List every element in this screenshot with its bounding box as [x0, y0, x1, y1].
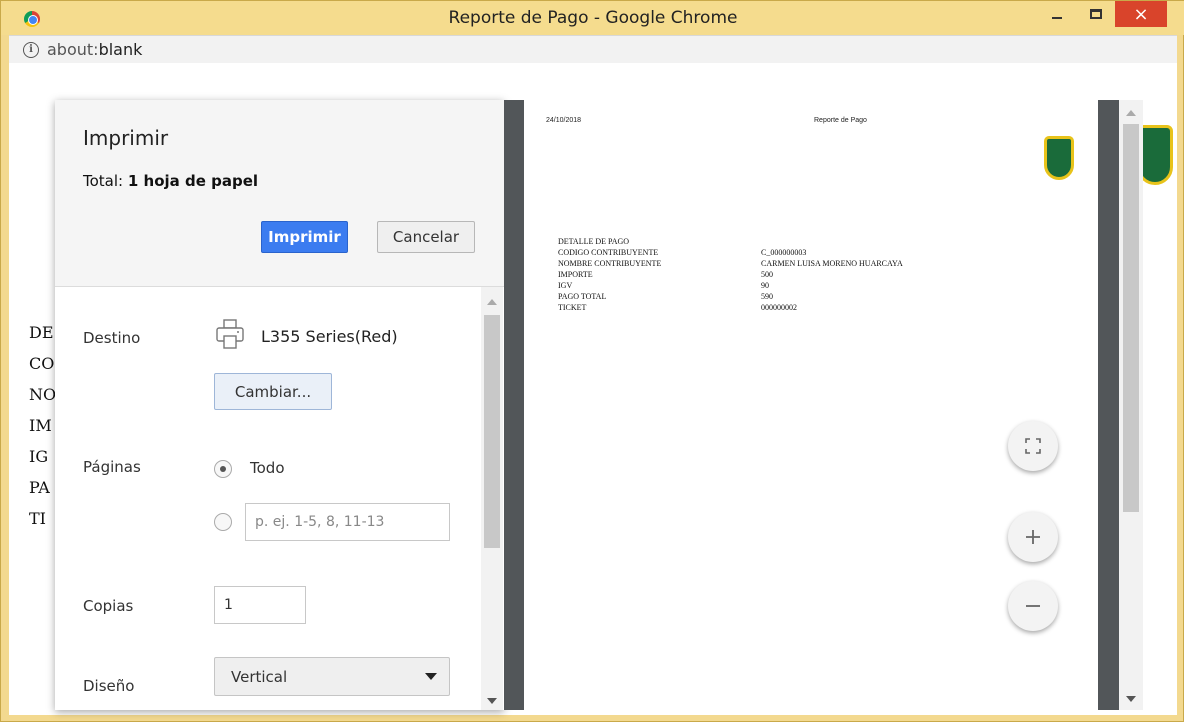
preview-value: 90	[761, 281, 769, 290]
preview-row: PAGO TOTAL 590	[558, 291, 903, 302]
preview-value: CARMEN LUISA MORENO HUARCAYA	[761, 259, 903, 268]
preview-scrollbar[interactable]	[1119, 100, 1143, 710]
copies-input[interactable]: 1	[214, 586, 306, 624]
window-title: Reporte de Pago - Google Chrome	[448, 8, 738, 28]
info-icon[interactable]: i	[23, 41, 39, 58]
preview-heading: DETALLE DE PAGO	[558, 237, 630, 246]
pages-label: Páginas	[83, 458, 141, 476]
preview-row: IGV 90	[558, 280, 903, 291]
title-bar[interactable]: Reporte de Pago - Google Chrome ×	[1, 1, 1184, 35]
print-header: Imprimir Total: 1 hoja de papel Imprimir…	[55, 100, 504, 287]
plus-icon	[1026, 530, 1040, 544]
address-bar[interactable]: i about:blank	[9, 35, 1177, 63]
preview-row: NOMBRE CONTRIBUYENTE CARMEN LUISA MORENO …	[558, 258, 903, 269]
total-value: 1 hoja de papel	[127, 172, 259, 190]
copies-label: Copias	[83, 597, 134, 615]
scroll-down-icon[interactable]	[1126, 696, 1136, 702]
background-report-lines: DE CO NO IM IG PA TI	[29, 317, 56, 534]
cancel-button[interactable]: Cancelar	[377, 221, 475, 253]
fit-to-page-icon	[1025, 438, 1041, 454]
fit-to-page-button[interactable]	[1008, 421, 1058, 471]
preview-value: C_000000003	[761, 248, 807, 257]
maximize-icon	[1090, 9, 1102, 19]
print-settings-panel: Imprimir Total: 1 hoja de papel Imprimir…	[55, 100, 504, 710]
scroll-up-icon[interactable]	[487, 299, 497, 305]
print-title: Imprimir	[83, 126, 169, 150]
print-total: Total: 1 hoja de papel	[83, 172, 258, 190]
preview-key: IMPORTE	[558, 270, 593, 279]
url-path: blank	[98, 40, 143, 59]
preview-row: CODIGO CONTRIBUYENTE C_000000003	[558, 247, 903, 258]
url-scheme: about:	[47, 40, 99, 59]
total-prefix: Total:	[83, 172, 124, 190]
preview-key: IGV	[558, 281, 573, 290]
preview-date: 24/10/2018	[546, 117, 582, 124]
minus-icon	[1026, 605, 1040, 607]
destination-label: Destino	[83, 329, 141, 347]
preview-key: NOMBRE CONTRIBUYENTE	[558, 259, 662, 268]
background-line: PA	[29, 478, 50, 497]
preview-value: 000000002	[761, 303, 797, 312]
pages-range-input[interactable]: p. ej. 1-5, 8, 11-13	[245, 503, 450, 541]
preview-title: Reporte de Pago	[814, 117, 867, 124]
settings-scrollbar[interactable]	[481, 287, 503, 710]
background-line: IG	[29, 447, 49, 466]
preview-row: IMPORTE 500	[558, 269, 903, 280]
zoom-in-button[interactable]	[1008, 512, 1058, 562]
scroll-up-icon[interactable]	[1126, 110, 1136, 116]
settings-scroll-thumb[interactable]	[484, 315, 500, 548]
preview-value: 590	[761, 292, 773, 301]
background-line: TI	[29, 509, 46, 528]
background-line: CO	[29, 354, 55, 373]
url-text[interactable]: about:blank	[47, 40, 142, 59]
preview-detail: DETALLE DE PAGO CODIGO CONTRIBUYENTE C_00…	[558, 236, 903, 313]
scroll-down-icon[interactable]	[487, 698, 497, 704]
maximize-button[interactable]	[1077, 1, 1115, 27]
preview-row: TICKET 000000002	[558, 302, 903, 313]
layout-select-value: Vertical	[231, 667, 288, 686]
zoom-out-button[interactable]	[1008, 581, 1058, 631]
pages-range-radio[interactable]	[214, 513, 232, 531]
background-line: IM	[29, 416, 52, 435]
preview-scroll-thumb[interactable]	[1123, 124, 1139, 512]
preview-value: 500	[761, 270, 773, 279]
printer-name: L355 Series(Red)	[261, 327, 398, 346]
print-button[interactable]: Imprimir	[261, 221, 348, 253]
chevron-down-icon	[425, 673, 437, 680]
preview-key: CODIGO CONTRIBUYENTE	[558, 248, 659, 257]
pages-all-radio[interactable]	[214, 460, 232, 478]
preview-logo	[1044, 136, 1074, 180]
background-line: NO	[29, 385, 57, 404]
minimize-icon	[1052, 17, 1062, 19]
background-line: DE	[29, 323, 54, 342]
close-button[interactable]: ×	[1115, 1, 1167, 27]
minimize-button[interactable]	[1037, 1, 1077, 27]
preview-key: TICKET	[558, 303, 587, 312]
change-destination-button[interactable]: Cambiar...	[214, 373, 332, 410]
layout-select[interactable]: Vertical	[214, 657, 450, 696]
chrome-window: Reporte de Pago - Google Chrome × i abou…	[0, 0, 1184, 722]
printer-icon	[216, 319, 244, 349]
preview-key: PAGO TOTAL	[558, 292, 607, 301]
pages-all-label[interactable]: Todo	[250, 459, 285, 477]
layout-label: Diseño	[83, 677, 135, 695]
